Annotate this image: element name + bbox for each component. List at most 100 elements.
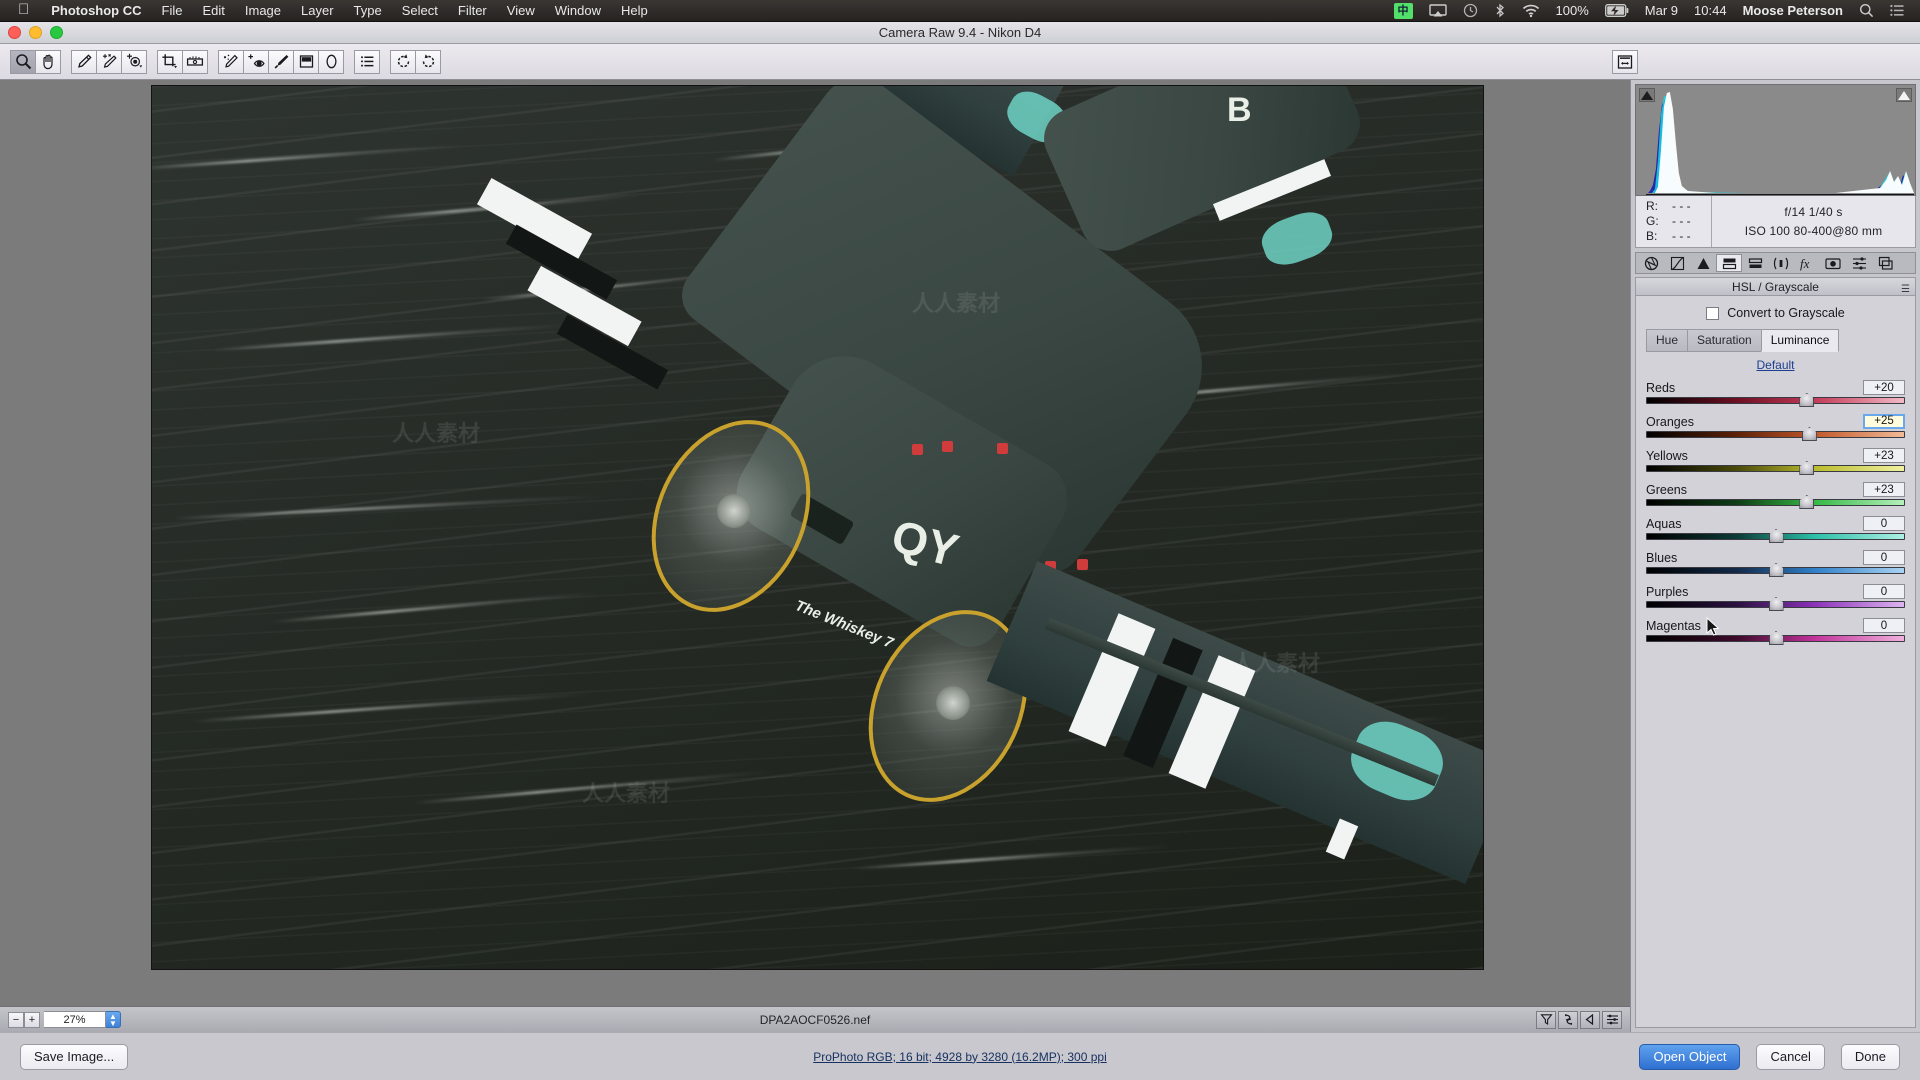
snapshots-panel-tab[interactable]: [1872, 254, 1898, 272]
crop-tool[interactable]: [157, 49, 183, 74]
zoom-control[interactable]: − + 27% ▲ ▼: [8, 1011, 121, 1028]
slider-track[interactable]: [1646, 393, 1905, 407]
slider-knob[interactable]: [1768, 597, 1784, 611]
slider-track[interactable]: [1646, 427, 1905, 441]
graduated-filter-tool[interactable]: [293, 49, 319, 74]
zoom-in-button[interactable]: +: [24, 1011, 40, 1028]
rotate-clockwise-tool[interactable]: [415, 49, 441, 74]
rotate-counterclockwise-tool[interactable]: [390, 49, 416, 74]
slider-value-field[interactable]: 0: [1863, 516, 1905, 531]
zoom-tool[interactable]: [10, 49, 36, 74]
white-balance-tool[interactable]: [71, 49, 97, 74]
save-image-button[interactable]: Save Image...: [20, 1043, 129, 1070]
time-machine-icon[interactable]: [1455, 3, 1486, 18]
slider-knob[interactable]: [1799, 461, 1815, 475]
presets-panel-tab[interactable]: [1846, 254, 1872, 272]
default-link[interactable]: Default: [1646, 358, 1905, 372]
cancel-button[interactable]: Cancel: [1756, 1043, 1825, 1070]
radial-filter-tool[interactable]: [318, 49, 344, 74]
slider-value-field[interactable]: 0: [1863, 550, 1905, 565]
raw-photo-preview[interactable]: QY The Whiskey 7 B: [151, 85, 1484, 970]
effects-panel-tab[interactable]: fx: [1794, 254, 1820, 272]
targeted-adjustment-tool[interactable]: [121, 49, 147, 74]
straighten-tool[interactable]: [182, 49, 208, 74]
done-button[interactable]: Done: [1840, 1043, 1900, 1070]
zoom-out-button[interactable]: −: [8, 1011, 24, 1028]
tab-hue[interactable]: Hue: [1646, 329, 1689, 352]
slider-track[interactable]: [1646, 563, 1905, 577]
slider-track[interactable]: [1646, 495, 1905, 509]
menu-item-window[interactable]: Window: [545, 3, 611, 18]
slider-knob[interactable]: [1768, 631, 1784, 645]
tone-curve-panel-tab[interactable]: [1664, 254, 1690, 272]
slider-value-field[interactable]: +23: [1863, 448, 1905, 463]
toggle-fullscreen-icon[interactable]: [1612, 49, 1638, 74]
slider-knob[interactable]: [1801, 427, 1817, 441]
highlight-clipping-warning-icon[interactable]: [1896, 88, 1912, 102]
slider-value-field[interactable]: 0: [1863, 618, 1905, 633]
battery-charging-icon[interactable]: [1597, 4, 1637, 17]
slider-track[interactable]: [1646, 631, 1905, 645]
bluetooth-icon[interactable]: [1486, 3, 1514, 18]
adjustment-brush-tool[interactable]: [268, 49, 294, 74]
image-canvas[interactable]: QY The Whiskey 7 B: [0, 80, 1630, 1006]
slider-track[interactable]: [1646, 597, 1905, 611]
airplay-icon[interactable]: [1421, 3, 1455, 18]
menu-item-image[interactable]: Image: [235, 3, 291, 18]
slider-knob[interactable]: [1799, 495, 1815, 509]
minimize-window-button[interactable]: [29, 26, 42, 39]
slider-track[interactable]: [1646, 461, 1905, 475]
open-object-button[interactable]: Open Object: [1639, 1043, 1741, 1070]
lens-corrections-panel-tab[interactable]: [1768, 254, 1794, 272]
slider-value-field[interactable]: +25: [1863, 414, 1905, 429]
color-sampler-tool[interactable]: [96, 49, 122, 74]
tab-saturation[interactable]: Saturation: [1687, 329, 1762, 352]
input-source-badge[interactable]: 中: [1386, 2, 1421, 19]
red-eye-removal-tool[interactable]: [243, 49, 269, 74]
menubar-user[interactable]: Moose Peterson: [1735, 3, 1851, 18]
menu-item-select[interactable]: Select: [392, 3, 448, 18]
slider-knob[interactable]: [1768, 563, 1784, 577]
search-icon[interactable]: [1851, 3, 1882, 18]
menu-item-view[interactable]: View: [497, 3, 545, 18]
tab-luminance[interactable]: Luminance: [1760, 329, 1840, 352]
slider-knob[interactable]: [1768, 529, 1784, 543]
camera-calibration-panel-tab[interactable]: [1820, 254, 1846, 272]
convert-to-grayscale-row[interactable]: Convert to Grayscale: [1646, 306, 1905, 320]
slider-value-field[interactable]: +20: [1863, 380, 1905, 395]
menu-item-edit[interactable]: Edit: [192, 3, 234, 18]
collapse-filmstrip-icon[interactable]: [1580, 1010, 1600, 1029]
basic-panel-tab[interactable]: [1638, 254, 1664, 272]
slider-value-field[interactable]: 0: [1863, 584, 1905, 599]
slider-knob[interactable]: [1799, 393, 1815, 407]
shadow-clipping-warning-icon[interactable]: [1639, 88, 1655, 102]
close-window-button[interactable]: [8, 26, 21, 39]
split-toning-panel-tab[interactable]: [1742, 254, 1768, 272]
sync-filmstrip-icon[interactable]: [1558, 1010, 1578, 1029]
menu-item-filter[interactable]: Filter: [448, 3, 497, 18]
histogram[interactable]: [1635, 84, 1916, 196]
zoom-level-stepper[interactable]: ▲ ▼: [106, 1011, 121, 1028]
filter-filmstrip-icon[interactable]: [1536, 1010, 1556, 1029]
apple-logo-icon[interactable]: : [8, 2, 41, 19]
hsl-grayscale-panel-tab[interactable]: [1716, 254, 1742, 272]
zoom-level-field[interactable]: 27%: [44, 1011, 106, 1028]
workflow-options-link[interactable]: ProPhoto RGB; 16 bit; 4928 by 3280 (16.2…: [0, 1050, 1920, 1064]
slider-value-field[interactable]: +23: [1863, 482, 1905, 497]
menu-item-file[interactable]: File: [152, 3, 193, 18]
wifi-icon[interactable]: [1514, 4, 1548, 18]
spot-removal-tool[interactable]: [218, 49, 244, 74]
notification-center-icon[interactable]: [1882, 4, 1912, 17]
filmstrip-settings-icon[interactable]: [1602, 1010, 1622, 1029]
convert-to-grayscale-checkbox[interactable]: [1706, 306, 1720, 320]
maximize-window-button[interactable]: [50, 26, 63, 39]
menu-item-layer[interactable]: Layer: [291, 3, 344, 18]
hand-tool[interactable]: [35, 49, 61, 74]
preferences-tool[interactable]: [354, 49, 380, 74]
menu-item-type[interactable]: Type: [344, 3, 392, 18]
panel-menu-icon[interactable]: ☰: [1901, 281, 1910, 299]
detail-panel-tab[interactable]: [1690, 254, 1716, 272]
window-controls[interactable]: [8, 26, 63, 39]
menu-item-app[interactable]: Photoshop CC: [41, 3, 151, 18]
menu-item-help[interactable]: Help: [611, 3, 658, 18]
